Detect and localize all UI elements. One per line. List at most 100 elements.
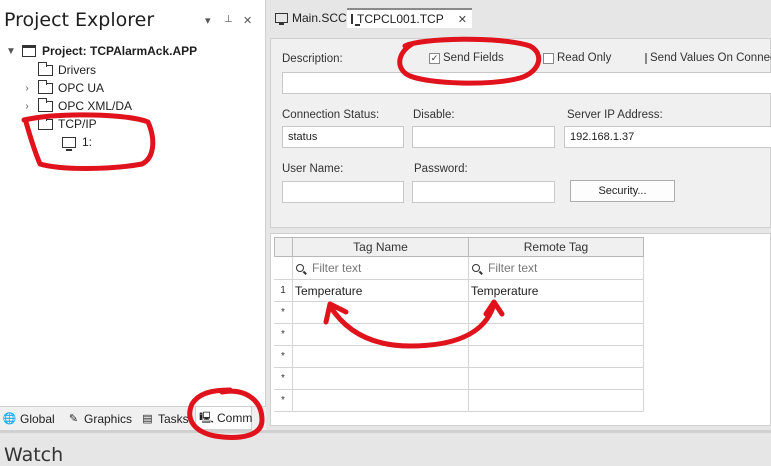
tree-item-label: Drivers: [58, 63, 96, 77]
tab-label: TCPCL001.TCP: [357, 12, 444, 26]
checkbox-label: Send Values On Connect: [650, 52, 771, 64]
screen-icon: [275, 13, 288, 25]
server-ip-label: Server IP Address:: [567, 109, 663, 121]
folder-icon: [38, 61, 53, 76]
read-only-checkbox[interactable]: Read Only: [543, 52, 611, 64]
watch-panel-header: [0, 430, 771, 454]
tree-item-label: OPC XML/DA: [58, 99, 133, 113]
user-name-input[interactable]: [282, 181, 404, 203]
explorer-bottom-tabs: 🌐 Global ✎ Graphics ▤ Tasks 🖳 Comm: [0, 406, 266, 430]
search-icon: [296, 264, 304, 272]
remote-tag-cell[interactable]: Temperature: [468, 280, 644, 302]
comm-icon: 🖳: [199, 411, 214, 424]
row-marker[interactable]: 1: [274, 280, 293, 302]
watch-title: Watch: [4, 444, 64, 466]
folder-open-icon: [38, 115, 53, 130]
tab-label: Global: [20, 411, 55, 426]
tree-item-project[interactable]: ▼ Project: TCPAlarmAck.APP: [6, 42, 197, 60]
remote-tag-cell[interactable]: [468, 346, 644, 368]
password-label: Password:: [414, 163, 468, 175]
description-input[interactable]: [282, 72, 771, 94]
row-marker[interactable]: *: [274, 324, 293, 346]
connection-status-label: Connection Status:: [282, 109, 380, 121]
collapse-icon[interactable]: ▼: [6, 46, 16, 57]
tree-item-label: TCP/IP: [58, 117, 97, 131]
project-explorer-panel: Project Explorer ▾ ⊥ ✕ ▼ Project: TCPAla…: [0, 0, 266, 430]
grid-corner: [274, 237, 293, 257]
remote-tag-cell[interactable]: [468, 390, 644, 412]
tree-item-tcp-client-1[interactable]: 1:: [6, 133, 197, 151]
server-ip-input[interactable]: 192.168.1.37: [564, 126, 771, 148]
remote-tag-cell[interactable]: [468, 324, 644, 346]
tab-label: Tasks: [158, 411, 189, 426]
collapse-icon[interactable]: ⌄: [22, 119, 32, 130]
tree-item-label: OPC UA: [58, 81, 105, 95]
tag-name-cell[interactable]: [292, 324, 469, 346]
disable-input[interactable]: [412, 126, 555, 148]
screen-icon: [351, 14, 360, 26]
tab-comm[interactable]: 🖳 Comm: [195, 407, 252, 430]
search-icon: [472, 264, 480, 272]
column-header-remote-tag[interactable]: Remote Tag: [468, 237, 644, 257]
panel-title: Project Explorer: [4, 9, 155, 31]
tasks-icon: ▤: [142, 413, 153, 425]
project-icon: [22, 45, 36, 57]
tab-label: Graphics: [84, 411, 133, 426]
disable-label: Disable:: [413, 109, 455, 121]
dropdown-icon[interactable]: ▾: [205, 14, 211, 27]
tree-item-opc-ua[interactable]: › OPC UA: [6, 79, 197, 97]
description-label: Description:: [282, 53, 343, 65]
close-icon[interactable]: ✕: [243, 14, 252, 27]
checkbox-checked-icon: ✓: [429, 52, 440, 64]
tag-name-cell[interactable]: [292, 368, 469, 390]
connection-settings-form: Description: ✓ Send Fields Read Only Sen…: [270, 38, 771, 228]
remote-tag-cell[interactable]: [468, 302, 644, 324]
column-header-tag-name[interactable]: Tag Name: [292, 237, 469, 257]
folder-icon: [38, 79, 53, 94]
tag-name-filter[interactable]: Filter text: [292, 257, 469, 280]
row-marker[interactable]: *: [274, 390, 293, 412]
security-button[interactable]: Security...: [570, 180, 675, 202]
folder-icon: [38, 97, 53, 112]
user-name-label: User Name:: [282, 163, 344, 175]
connection-status-input[interactable]: status: [282, 126, 404, 148]
send-values-on-connect-checkbox[interactable]: Send Values On Connect: [645, 52, 771, 64]
tab-label: Comm: [217, 411, 253, 425]
tree-item-tcp-ip[interactable]: ⌄ TCP/IP: [6, 115, 197, 133]
checkbox-label: Read Only: [557, 52, 612, 64]
remote-tag-filter[interactable]: Filter text: [468, 257, 644, 280]
remote-tag-cell[interactable]: [468, 368, 644, 390]
row-marker[interactable]: *: [274, 302, 293, 324]
filter-placeholder: Filter text: [312, 261, 362, 275]
checkbox-label: Send Fields: [443, 52, 504, 64]
expand-icon[interactable]: ›: [22, 101, 32, 112]
tag-name-cell[interactable]: [292, 302, 469, 324]
password-input[interactable]: [412, 181, 555, 203]
tree-item-label: Project: TCPAlarmAck.APP: [42, 44, 198, 58]
row-marker[interactable]: *: [274, 346, 293, 368]
document-tabs: Main.SCC TCPCL001.TCP ✕: [267, 0, 771, 34]
expand-icon[interactable]: ›: [22, 83, 32, 94]
close-tab-icon[interactable]: ✕: [458, 13, 467, 26]
tag-name-cell[interactable]: [292, 390, 469, 412]
checkbox-icon: [645, 52, 647, 64]
row-marker[interactable]: *: [274, 368, 293, 390]
filter-row-header: [274, 257, 293, 280]
tab-label: Main.SCC: [292, 11, 347, 25]
send-fields-checkbox[interactable]: ✓ Send Fields: [429, 52, 504, 64]
tab-tcpcl001[interactable]: TCPCL001.TCP ✕: [347, 8, 472, 28]
tab-tasks[interactable]: ▤ Tasks: [141, 407, 189, 430]
tree-item-opc-xml-da[interactable]: › OPC XML/DA: [6, 97, 197, 115]
tag-name-cell[interactable]: [292, 346, 469, 368]
tree-item-drivers[interactable]: Drivers: [6, 61, 197, 79]
filter-placeholder: Filter text: [488, 261, 538, 275]
globe-icon: 🌐: [2, 413, 17, 425]
tab-global[interactable]: 🌐 Global: [3, 407, 55, 430]
pin-icon[interactable]: ⊥: [224, 14, 233, 25]
tab-graphics[interactable]: ✎ Graphics: [67, 407, 132, 430]
tag-mapping-grid: Tag Name Remote Tag Filter text Filter t…: [270, 233, 771, 426]
tree-item-label: 1:: [82, 135, 93, 149]
tag-name-cell[interactable]: Temperature: [292, 280, 469, 302]
graphics-icon: ✎: [68, 413, 79, 425]
tab-main-scc[interactable]: Main.SCC: [275, 8, 347, 28]
